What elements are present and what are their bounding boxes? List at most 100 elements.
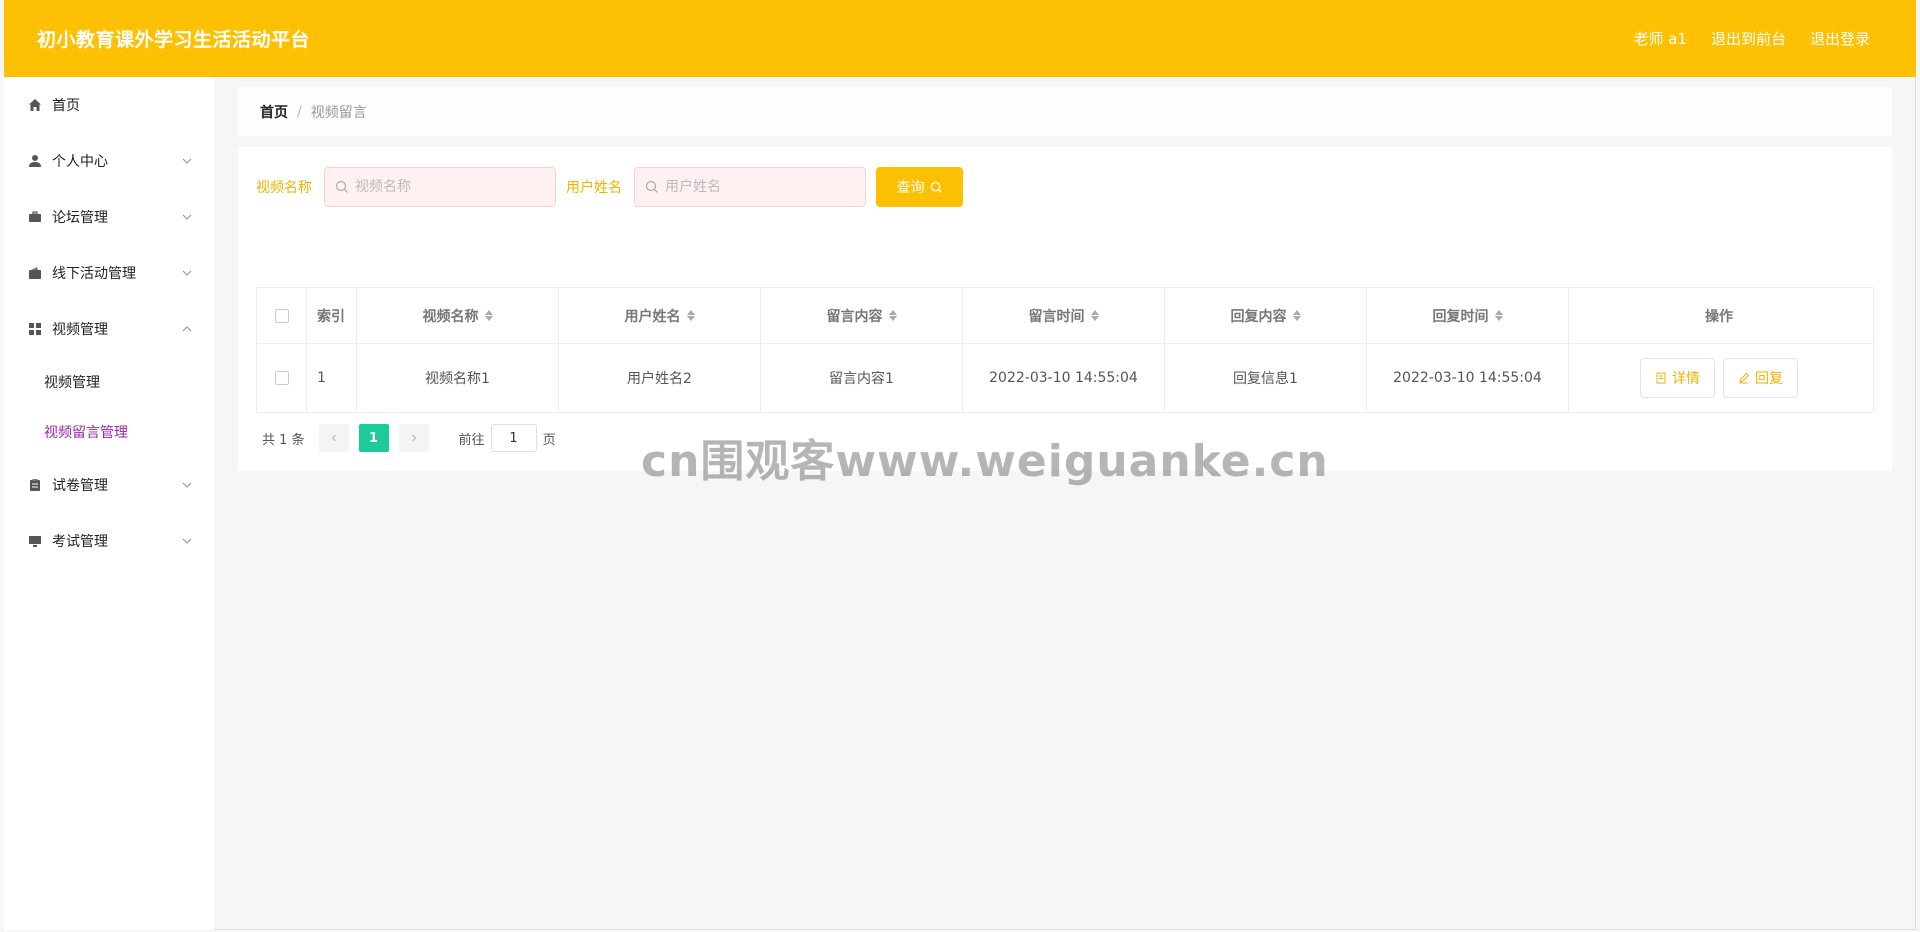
chevron-down-icon xyxy=(182,482,192,488)
home-icon xyxy=(27,97,43,113)
header-label: 用户姓名 xyxy=(624,308,681,325)
top-header: 初小教育课外学习生活活动平台 老师 a1 退出到前台 退出登录 xyxy=(4,0,1916,77)
prev-page-button[interactable] xyxy=(318,424,349,452)
row-checkbox-cell xyxy=(257,344,307,412)
chevron-left-icon xyxy=(331,434,336,442)
user-name-label: 用户姓名 xyxy=(566,180,622,196)
submenu-item-video-manage[interactable]: 视频管理 xyxy=(4,357,214,407)
chevron-down-icon xyxy=(182,538,192,544)
grid-icon xyxy=(27,321,43,337)
pagination: 共 1 条 1 前往 页 xyxy=(262,424,556,452)
header-video-name[interactable]: 视频名称 xyxy=(357,288,559,343)
sidebar-item-offline-activity[interactable]: 线下活动管理 xyxy=(4,245,214,301)
cell-user-name: 用户姓名2 xyxy=(559,344,761,412)
sidebar-item-label: 考试管理 xyxy=(52,534,108,550)
user-name-field xyxy=(634,167,866,207)
sidebar-item-label: 试卷管理 xyxy=(52,478,108,494)
cell-video-name: 视频名称1 xyxy=(357,344,559,412)
header-label: 回复时间 xyxy=(1432,308,1489,325)
current-user: 老师 a1 xyxy=(1633,30,1687,48)
select-all-checkbox[interactable] xyxy=(274,308,289,323)
row-actions: 详情 回复 xyxy=(1640,358,1798,398)
search-icon xyxy=(335,180,348,193)
detail-button-label: 详情 xyxy=(1672,370,1700,386)
sidebar-item-exam[interactable]: 考试管理 xyxy=(4,513,214,569)
sort-icon xyxy=(1090,310,1099,321)
row-checkbox[interactable] xyxy=(274,371,289,385)
sidebar-item-label: 个人中心 xyxy=(52,154,108,170)
monitor-icon xyxy=(27,533,43,549)
header-label: 视频名称 xyxy=(422,308,479,325)
document-icon xyxy=(1656,372,1666,384)
breadcrumb-home[interactable]: 首页 xyxy=(260,102,288,122)
comments-table: 索引 视频名称 用户姓名 留言内容 留言时间 回复内容 回复时间 操作 1 视频… xyxy=(256,287,1874,413)
header-user-name[interactable]: 用户姓名 xyxy=(559,288,761,343)
header-reply-content[interactable]: 回复内容 xyxy=(1165,288,1367,343)
sort-icon xyxy=(484,310,493,321)
cell-operations: 详情 回复 xyxy=(1569,344,1869,412)
chevron-down-icon xyxy=(182,158,192,164)
search-form: 视频名称 用户姓名 查询 xyxy=(256,167,963,207)
user-icon xyxy=(27,153,43,169)
goto-label: 前往 xyxy=(458,432,485,448)
sidebar-item-home[interactable]: 首页 xyxy=(4,77,214,133)
header-comment-time[interactable]: 留言时间 xyxy=(963,288,1165,343)
video-name-input[interactable] xyxy=(355,179,545,195)
search-icon xyxy=(930,181,942,193)
chevron-right-icon xyxy=(411,434,416,442)
user-name-input[interactable] xyxy=(665,179,855,195)
reply-button-label: 回复 xyxy=(1755,370,1783,386)
submenu-item-video-comment-manage[interactable]: 视频留言管理 xyxy=(4,407,214,457)
header-comment-content[interactable]: 留言内容 xyxy=(761,288,963,343)
header-index: 索引 xyxy=(307,288,357,343)
header-checkbox-cell xyxy=(257,288,307,343)
query-button-label: 查询 xyxy=(896,179,925,195)
goto-page-input[interactable] xyxy=(490,424,537,452)
app-frame: 初小教育课外学习生活活动平台 老师 a1 退出到前台 退出登录 首页 个人中心 … xyxy=(4,0,1916,930)
header-actions: 老师 a1 退出到前台 退出登录 xyxy=(1633,28,1870,49)
detail-button[interactable]: 详情 xyxy=(1640,358,1715,398)
cell-comment-time: 2022-03-10 14:55:04 xyxy=(963,344,1165,412)
page-number-active[interactable]: 1 xyxy=(358,424,389,452)
table-header-row: 索引 视频名称 用户姓名 留言内容 留言时间 回复内容 回复时间 操作 xyxy=(257,288,1873,344)
cell-index: 1 xyxy=(307,344,357,412)
search-icon xyxy=(645,180,658,193)
clipboard-icon xyxy=(27,477,43,493)
next-page-button[interactable] xyxy=(398,424,429,452)
sidebar-item-label: 线下活动管理 xyxy=(52,266,136,282)
reply-button[interactable]: 回复 xyxy=(1723,358,1798,398)
header-label: 索引 xyxy=(317,308,345,325)
cell-reply-content: 回复信息1 xyxy=(1165,344,1367,412)
sidebar-item-paper[interactable]: 试卷管理 xyxy=(4,457,214,513)
breadcrumb-separator: / xyxy=(297,103,302,120)
cell-reply-time: 2022-03-10 14:55:04 xyxy=(1367,344,1569,412)
logout-link[interactable]: 退出登录 xyxy=(1810,28,1870,49)
wallet-icon xyxy=(27,265,43,281)
cell-comment-content: 留言内容1 xyxy=(761,344,963,412)
watermark: cn围观客www.weiguanke.cn xyxy=(641,436,1329,487)
chevron-up-icon xyxy=(182,326,192,332)
header-reply-time[interactable]: 回复时间 xyxy=(1367,288,1569,343)
sidebar-item-personal-center[interactable]: 个人中心 xyxy=(4,133,214,189)
header-label: 留言内容 xyxy=(826,308,883,325)
sidebar: 首页 个人中心 论坛管理 线下活动管理 视频管理 视频管理 视频留言管理 试卷管… xyxy=(4,77,214,930)
edit-icon xyxy=(1739,372,1750,384)
header-label: 回复内容 xyxy=(1230,308,1287,325)
sidebar-item-label: 论坛管理 xyxy=(52,210,108,226)
sidebar-item-forum[interactable]: 论坛管理 xyxy=(4,189,214,245)
sort-icon xyxy=(1292,310,1301,321)
query-button[interactable]: 查询 xyxy=(876,167,963,207)
header-label: 留言时间 xyxy=(1028,308,1085,325)
main-panel: 视频名称 用户姓名 查询 索引 视频名称 用户姓名 留言内容 留 xyxy=(238,147,1892,471)
briefcase-icon xyxy=(27,209,43,225)
app-title: 初小教育课外学习生活活动平台 xyxy=(37,29,311,51)
back-to-front-link[interactable]: 退出到前台 xyxy=(1711,28,1786,49)
sidebar-item-label: 首页 xyxy=(52,98,80,114)
sort-icon xyxy=(888,310,897,321)
breadcrumb: 首页 / 视频留言 xyxy=(238,87,1892,136)
pagination-total: 共 1 条 xyxy=(262,432,305,448)
sort-icon xyxy=(1494,310,1503,321)
header-operations: 操作 xyxy=(1569,288,1869,343)
sidebar-item-video[interactable]: 视频管理 xyxy=(4,301,214,357)
header-label: 操作 xyxy=(1705,308,1733,325)
